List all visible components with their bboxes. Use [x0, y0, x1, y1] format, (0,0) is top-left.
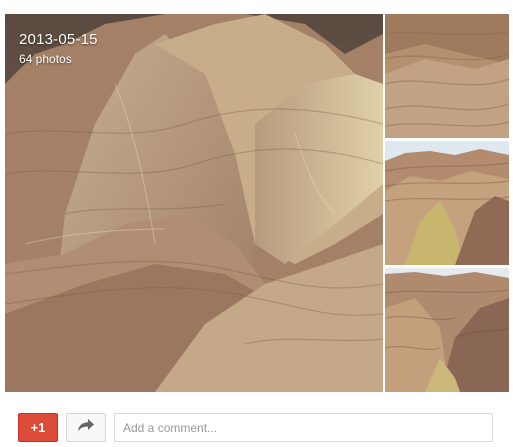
share-button[interactable]: [66, 413, 106, 442]
canyon-walls-photo: [385, 268, 509, 392]
comment-input[interactable]: [114, 413, 493, 442]
share-arrow-icon: [77, 418, 95, 437]
album-main-photo[interactable]: [5, 14, 383, 392]
post-actions: +1: [18, 413, 493, 443]
album-thumbnail-1[interactable]: [385, 14, 509, 138]
album-date: 2013-05-15: [19, 31, 98, 48]
rock-strata-photo: [385, 14, 509, 138]
album-thumbnail-2[interactable]: [385, 141, 509, 265]
mountain-ridge-photo: [385, 141, 509, 265]
album-thumbnail-3[interactable]: [385, 268, 509, 392]
plus-one-button[interactable]: +1: [18, 413, 58, 442]
album-caption: 2013-05-15 64 photos: [19, 30, 98, 68]
album-photo-count: 64 photos: [19, 52, 72, 66]
rock-formation-photo: [5, 14, 383, 392]
photo-album: 2013-05-15 64 photos: [5, 14, 509, 392]
